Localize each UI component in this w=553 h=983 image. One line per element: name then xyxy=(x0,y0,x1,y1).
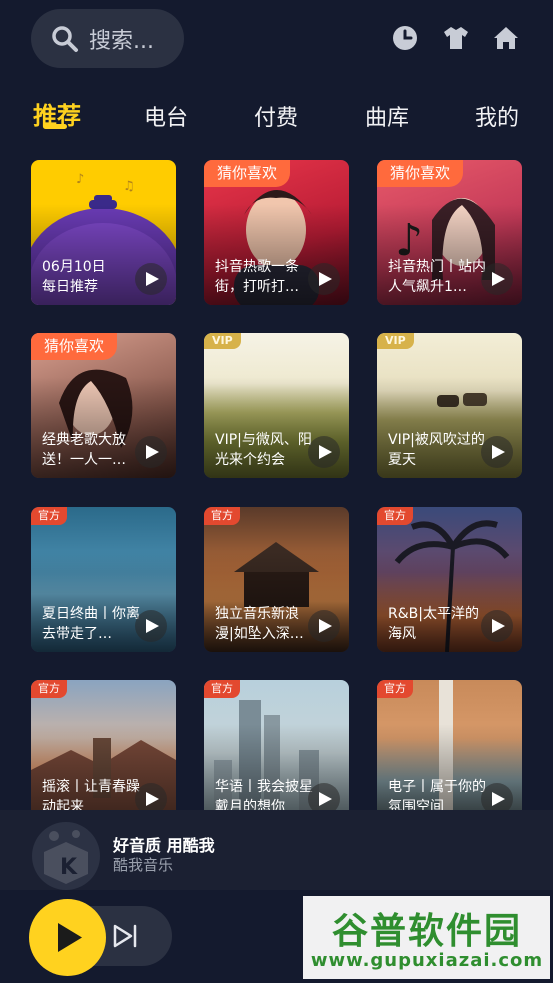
play-icon[interactable] xyxy=(308,436,340,468)
search-bar[interactable]: 搜索... xyxy=(31,9,184,68)
play-icon[interactable] xyxy=(481,436,513,468)
vip-badge: VIP xyxy=(204,333,241,349)
search-placeholder: 搜索... xyxy=(89,28,154,54)
vip-badge: VIP xyxy=(377,333,414,349)
tab-paid[interactable]: 付费 xyxy=(254,100,298,132)
playlist-card[interactable]: VIP VIP|被风吹过的夏天 xyxy=(377,333,522,478)
watermark-title: 谷普软件园 xyxy=(331,910,522,952)
kuwo-logo-icon: K xyxy=(32,822,100,890)
official-badge: 官方 xyxy=(204,680,240,698)
play-icon[interactable] xyxy=(308,263,340,295)
playlist-grid: ♪ ♫ 06月10日 每日推荐 猜你喜欢 抖音热歌一条街，打听打… ♪ xyxy=(0,160,553,825)
svg-text:K: K xyxy=(60,855,78,880)
playlist-card[interactable]: 猜你喜欢 经典老歌大放送！一人一… xyxy=(31,333,176,478)
tab-radio[interactable]: 电台 xyxy=(144,100,188,132)
play-icon[interactable] xyxy=(135,610,167,642)
home-icon[interactable] xyxy=(492,24,520,52)
card-title: 抖音热歌一条街，打听打… xyxy=(215,259,299,295)
guess-you-like-badge: 猜你喜欢 xyxy=(31,333,118,360)
official-badge: 官方 xyxy=(204,507,240,525)
site-watermark: 谷普软件园 www.gupuxiazai.com xyxy=(303,896,550,979)
skin-shirt-icon[interactable] xyxy=(442,24,470,52)
card-title: VIP|与微风、阳光来个约会 xyxy=(215,432,312,468)
category-tabs: 推荐 电台 付费 曲库 我的 xyxy=(0,94,553,138)
card-title: 抖音热门丨站内人气飙升1… xyxy=(388,259,486,295)
svg-text:♫: ♫ xyxy=(123,179,135,194)
play-button[interactable] xyxy=(29,899,106,976)
mini-player[interactable]: K 好音质 用酷我 酷我音乐 xyxy=(0,810,553,890)
tab-active-indicator xyxy=(43,124,67,129)
history-icon[interactable] xyxy=(391,24,419,52)
official-badge: 官方 xyxy=(31,507,67,525)
guess-you-like-badge: 猜你喜欢 xyxy=(204,160,291,187)
card-title: VIP|被风吹过的夏天 xyxy=(388,432,485,468)
playlist-card[interactable]: ♪ ♫ 06月10日 每日推荐 xyxy=(31,160,176,305)
official-badge: 官方 xyxy=(377,680,413,698)
playlist-card[interactable]: 官方 夏日终曲丨你离去带走了… xyxy=(31,507,176,652)
playlist-card[interactable]: 官方 R&B|太平洋的海风 xyxy=(377,507,522,652)
playlist-card[interactable]: 官方 独立音乐新浪漫|如坠入深… xyxy=(204,507,349,652)
official-badge: 官方 xyxy=(31,680,67,698)
play-icon[interactable] xyxy=(135,436,167,468)
svg-text:♪: ♪ xyxy=(76,172,84,187)
guess-you-like-badge: 猜你喜欢 xyxy=(377,160,464,187)
playlist-card[interactable]: VIP VIP|与微风、阳光来个约会 xyxy=(204,333,349,478)
play-icon[interactable] xyxy=(481,263,513,295)
top-bar: 搜索... xyxy=(0,0,553,80)
playlist-card[interactable]: 官方 摇滚丨让青春躁动起来 xyxy=(31,680,176,825)
now-playing-artist: 酷我音乐 xyxy=(113,856,174,874)
playlist-card[interactable]: 官方 电子丨属于你的氛围空间 xyxy=(377,680,522,825)
tab-mine[interactable]: 我的 xyxy=(475,100,519,132)
playlist-card[interactable]: 官方 华语丨我会披星戴月的想你 xyxy=(204,680,349,825)
play-icon[interactable] xyxy=(135,263,167,295)
playlist-card[interactable]: ♪ 猜你喜欢 抖音热门丨站内人气飙升1… xyxy=(377,160,522,305)
card-title: 06月10日 每日推荐 xyxy=(42,259,106,295)
playlist-card[interactable]: 猜你喜欢 抖音热歌一条街，打听打… xyxy=(204,160,349,305)
play-icon[interactable] xyxy=(308,610,340,642)
watermark-url: www.gupuxiazai.com xyxy=(310,950,544,971)
next-track-icon[interactable] xyxy=(110,921,140,951)
card-title: 夏日终曲丨你离去带走了… xyxy=(42,606,140,642)
card-title: R&B|太平洋的海风 xyxy=(388,606,479,642)
official-badge: 官方 xyxy=(377,507,413,525)
search-icon xyxy=(52,25,78,52)
tab-library[interactable]: 曲库 xyxy=(365,100,409,132)
now-playing-title: 好音质 用酷我 xyxy=(113,836,215,855)
card-title: 经典老歌大放送！一人一… xyxy=(42,432,126,468)
play-icon[interactable] xyxy=(481,610,513,642)
card-title: 独立音乐新浪漫|如坠入深… xyxy=(215,606,304,642)
